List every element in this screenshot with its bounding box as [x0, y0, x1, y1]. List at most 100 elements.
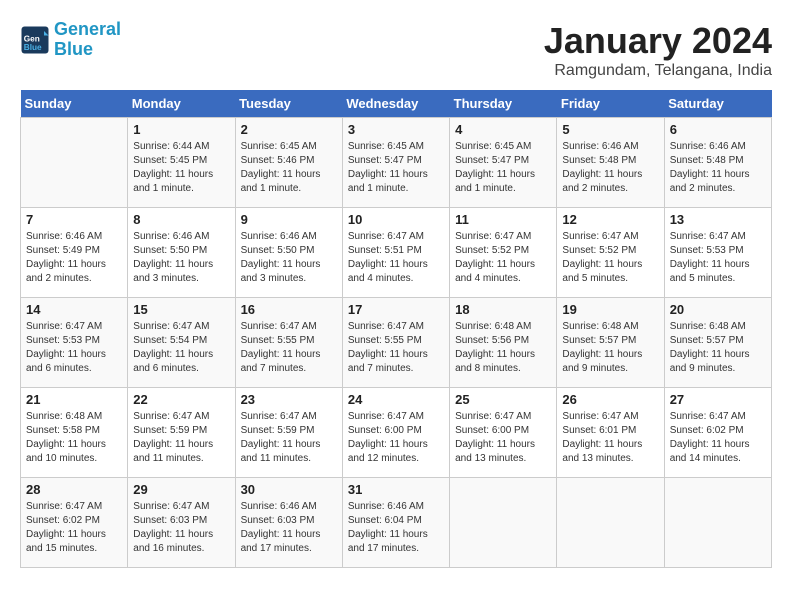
day-number: 16	[241, 302, 337, 317]
day-info: Sunrise: 6:47 AM Sunset: 6:02 PM Dayligh…	[26, 500, 122, 556]
calendar-cell: 22 Sunrise: 6:47 AM Sunset: 5:59 PM Dayli…	[128, 388, 235, 478]
svg-text:Blue: Blue	[24, 43, 42, 52]
weekday-header: Monday	[128, 90, 235, 118]
day-info: Sunrise: 6:47 AM Sunset: 5:53 PM Dayligh…	[670, 230, 766, 286]
day-number: 8	[133, 212, 229, 227]
day-info: Sunrise: 6:45 AM Sunset: 5:46 PM Dayligh…	[241, 140, 337, 196]
day-info: Sunrise: 6:48 AM Sunset: 5:56 PM Dayligh…	[455, 320, 551, 376]
day-number: 1	[133, 122, 229, 137]
calendar-cell: 15 Sunrise: 6:47 AM Sunset: 5:54 PM Dayli…	[128, 298, 235, 388]
calendar-cell: 8 Sunrise: 6:46 AM Sunset: 5:50 PM Daylig…	[128, 208, 235, 298]
calendar-cell: 29Sunrise: 6:47 AM Sunset: 6:03 PM Dayli…	[128, 478, 235, 568]
weekday-header: Sunday	[21, 90, 128, 118]
day-info: Sunrise: 6:47 AM Sunset: 5:59 PM Dayligh…	[133, 410, 229, 466]
day-number: 4	[455, 122, 551, 137]
day-info: Sunrise: 6:46 AM Sunset: 5:50 PM Dayligh…	[133, 230, 229, 286]
day-info: Sunrise: 6:48 AM Sunset: 5:57 PM Dayligh…	[562, 320, 658, 376]
day-info: Sunrise: 6:47 AM Sunset: 6:01 PM Dayligh…	[562, 410, 658, 466]
calendar-cell: 4Sunrise: 6:45 AM Sunset: 5:47 PM Daylig…	[450, 118, 557, 208]
calendar-cell: 25Sunrise: 6:47 AM Sunset: 6:00 PM Dayli…	[450, 388, 557, 478]
day-info: Sunrise: 6:47 AM Sunset: 6:00 PM Dayligh…	[455, 410, 551, 466]
day-number: 13	[670, 212, 766, 227]
day-number: 30	[241, 482, 337, 497]
day-number: 29	[133, 482, 229, 497]
calendar-cell: 6 Sunrise: 6:46 AM Sunset: 5:48 PM Daylig…	[664, 118, 771, 208]
day-number: 20	[670, 302, 766, 317]
day-number: 10	[348, 212, 444, 227]
calendar-cell: 17 Sunrise: 6:47 AM Sunset: 5:55 PM Dayli…	[342, 298, 449, 388]
month-title: January 2024	[544, 20, 772, 62]
calendar-cell: 11 Sunrise: 6:47 AM Sunset: 5:52 PM Dayli…	[450, 208, 557, 298]
calendar-cell: 28Sunrise: 6:47 AM Sunset: 6:02 PM Dayli…	[21, 478, 128, 568]
day-number: 3	[348, 122, 444, 137]
day-number: 9	[241, 212, 337, 227]
day-number: 17	[348, 302, 444, 317]
calendar-cell: 31 Sunrise: 6:46 AM Sunset: 6:04 PM Dayli…	[342, 478, 449, 568]
calendar-cell: 30 Sunrise: 6:46 AM Sunset: 6:03 PM Dayli…	[235, 478, 342, 568]
day-number: 11	[455, 212, 551, 227]
calendar-week-row: 7 Sunrise: 6:46 AM Sunset: 5:49 PM Daylig…	[21, 208, 772, 298]
day-number: 6	[670, 122, 766, 137]
day-info: Sunrise: 6:45 AM Sunset: 5:47 PM Dayligh…	[348, 140, 444, 196]
day-number: 15	[133, 302, 229, 317]
day-info: Sunrise: 6:46 AM Sunset: 6:03 PM Dayligh…	[241, 500, 337, 556]
calendar-cell: 18Sunrise: 6:48 AM Sunset: 5:56 PM Dayli…	[450, 298, 557, 388]
calendar-cell	[557, 478, 664, 568]
day-number: 14	[26, 302, 122, 317]
calendar-cell	[450, 478, 557, 568]
day-info: Sunrise: 6:46 AM Sunset: 5:48 PM Dayligh…	[670, 140, 766, 196]
calendar-week-row: 21Sunrise: 6:48 AM Sunset: 5:58 PM Dayli…	[21, 388, 772, 478]
day-number: 5	[562, 122, 658, 137]
calendar-cell: 10Sunrise: 6:47 AM Sunset: 5:51 PM Dayli…	[342, 208, 449, 298]
logo-text: GeneralBlue	[54, 20, 121, 60]
calendar-cell: 21Sunrise: 6:48 AM Sunset: 5:58 PM Dayli…	[21, 388, 128, 478]
calendar-cell: 16Sunrise: 6:47 AM Sunset: 5:55 PM Dayli…	[235, 298, 342, 388]
title-block: January 2024 Ramgundam, Telangana, India	[544, 20, 772, 80]
day-info: Sunrise: 6:46 AM Sunset: 6:04 PM Dayligh…	[348, 500, 444, 556]
day-info: Sunrise: 6:47 AM Sunset: 5:52 PM Dayligh…	[562, 230, 658, 286]
calendar-cell: 12 Sunrise: 6:47 AM Sunset: 5:52 PM Dayli…	[557, 208, 664, 298]
calendar-cell	[21, 118, 128, 208]
weekday-header: Saturday	[664, 90, 771, 118]
day-info: Sunrise: 6:44 AM Sunset: 5:45 PM Dayligh…	[133, 140, 229, 196]
calendar-cell: 7 Sunrise: 6:46 AM Sunset: 5:49 PM Daylig…	[21, 208, 128, 298]
day-number: 2	[241, 122, 337, 137]
day-info: Sunrise: 6:47 AM Sunset: 5:55 PM Dayligh…	[348, 320, 444, 376]
day-info: Sunrise: 6:47 AM Sunset: 5:59 PM Dayligh…	[241, 410, 337, 466]
day-info: Sunrise: 6:46 AM Sunset: 5:48 PM Dayligh…	[562, 140, 658, 196]
day-info: Sunrise: 6:46 AM Sunset: 5:49 PM Dayligh…	[26, 230, 122, 286]
calendar-cell: 19Sunrise: 6:48 AM Sunset: 5:57 PM Dayli…	[557, 298, 664, 388]
calendar-table: SundayMondayTuesdayWednesdayThursdayFrid…	[20, 90, 772, 568]
weekday-header: Tuesday	[235, 90, 342, 118]
weekday-header: Wednesday	[342, 90, 449, 118]
page-header: Gen Blue GeneralBlue January 2024 Ramgun…	[20, 20, 772, 80]
day-number: 22	[133, 392, 229, 407]
calendar-cell: 2 Sunrise: 6:45 AM Sunset: 5:46 PM Daylig…	[235, 118, 342, 208]
day-number: 31	[348, 482, 444, 497]
calendar-cell	[664, 478, 771, 568]
day-info: Sunrise: 6:48 AM Sunset: 5:57 PM Dayligh…	[670, 320, 766, 376]
calendar-week-row: 14Sunrise: 6:47 AM Sunset: 5:53 PM Dayli…	[21, 298, 772, 388]
logo: Gen Blue GeneralBlue	[20, 20, 121, 60]
calendar-cell: 13 Sunrise: 6:47 AM Sunset: 5:53 PM Dayli…	[664, 208, 771, 298]
logo-icon: Gen Blue	[20, 25, 50, 55]
calendar-cell: 1 Sunrise: 6:44 AM Sunset: 5:45 PM Daylig…	[128, 118, 235, 208]
day-info: Sunrise: 6:47 AM Sunset: 6:02 PM Dayligh…	[670, 410, 766, 466]
calendar-cell: 9Sunrise: 6:46 AM Sunset: 5:50 PM Daylig…	[235, 208, 342, 298]
location: Ramgundam, Telangana, India	[544, 62, 772, 80]
calendar-cell: 20 Sunrise: 6:48 AM Sunset: 5:57 PM Dayli…	[664, 298, 771, 388]
calendar-cell: 24 Sunrise: 6:47 AM Sunset: 6:00 PM Dayli…	[342, 388, 449, 478]
day-number: 23	[241, 392, 337, 407]
day-info: Sunrise: 6:47 AM Sunset: 5:52 PM Dayligh…	[455, 230, 551, 286]
day-info: Sunrise: 6:47 AM Sunset: 6:00 PM Dayligh…	[348, 410, 444, 466]
day-number: 27	[670, 392, 766, 407]
day-number: 26	[562, 392, 658, 407]
calendar-week-row: 1 Sunrise: 6:44 AM Sunset: 5:45 PM Daylig…	[21, 118, 772, 208]
day-number: 7	[26, 212, 122, 227]
day-info: Sunrise: 6:47 AM Sunset: 5:54 PM Dayligh…	[133, 320, 229, 376]
calendar-cell: 14Sunrise: 6:47 AM Sunset: 5:53 PM Dayli…	[21, 298, 128, 388]
day-number: 24	[348, 392, 444, 407]
day-number: 12	[562, 212, 658, 227]
calendar-cell: 3 Sunrise: 6:45 AM Sunset: 5:47 PM Daylig…	[342, 118, 449, 208]
calendar-cell: 27 Sunrise: 6:47 AM Sunset: 6:02 PM Dayli…	[664, 388, 771, 478]
